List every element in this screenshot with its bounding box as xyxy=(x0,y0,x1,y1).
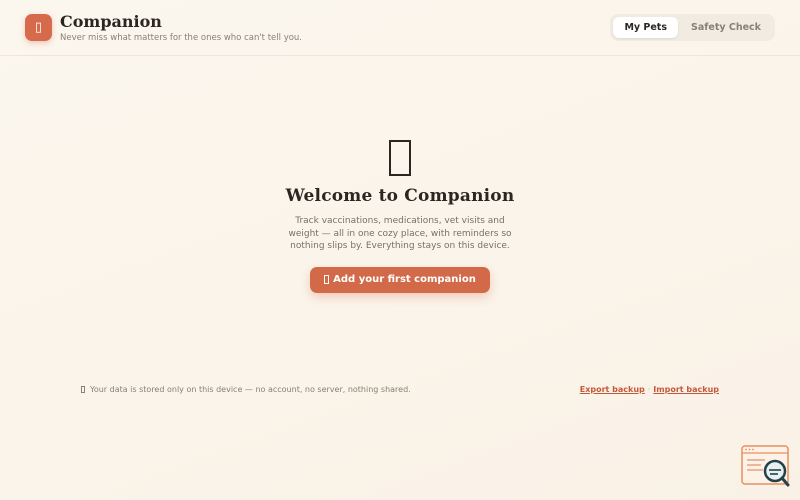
import-backup-link[interactable]: Import backup xyxy=(653,385,719,394)
help-widget-graphic xyxy=(741,445,790,487)
privacy-note: Your data is stored only on this device … xyxy=(81,385,411,394)
add-companion-button[interactable]: Add your first companion xyxy=(310,266,490,293)
brand: Companion Never miss what matters for th… xyxy=(60,11,303,43)
export-backup-link[interactable]: Export backup xyxy=(580,385,645,394)
footer: Your data is stored only on this device … xyxy=(81,385,719,394)
app-logo-icon: ▯ xyxy=(25,14,52,41)
main-nav: My Pets Safety Check xyxy=(610,14,775,41)
app-header: ▯ Companion Never miss what matters for … xyxy=(0,0,800,56)
tab-safety-check[interactable]: Safety Check xyxy=(680,17,772,38)
tab-my-pets[interactable]: My Pets xyxy=(613,17,678,38)
welcome-section: Welcome to Companion Track vaccinations,… xyxy=(0,140,800,293)
link-separator: · xyxy=(647,385,651,394)
backup-links: Export backup · Import backup xyxy=(580,385,719,394)
placeholder-glyph-icon xyxy=(389,140,411,176)
app-tagline: Never miss what matters for the ones who… xyxy=(60,32,303,43)
welcome-description: Track vaccinations, medications, vet vis… xyxy=(288,216,512,251)
welcome-title: Welcome to Companion xyxy=(285,186,515,206)
add-companion-label: Add your first companion xyxy=(333,274,476,285)
privacy-note-text: Your data is stored only on this device … xyxy=(90,385,411,394)
app-title: Companion xyxy=(60,11,162,31)
lock-glyph-icon xyxy=(81,386,85,393)
help-widget-icon[interactable] xyxy=(741,445,791,487)
add-glyph-icon xyxy=(324,275,330,284)
